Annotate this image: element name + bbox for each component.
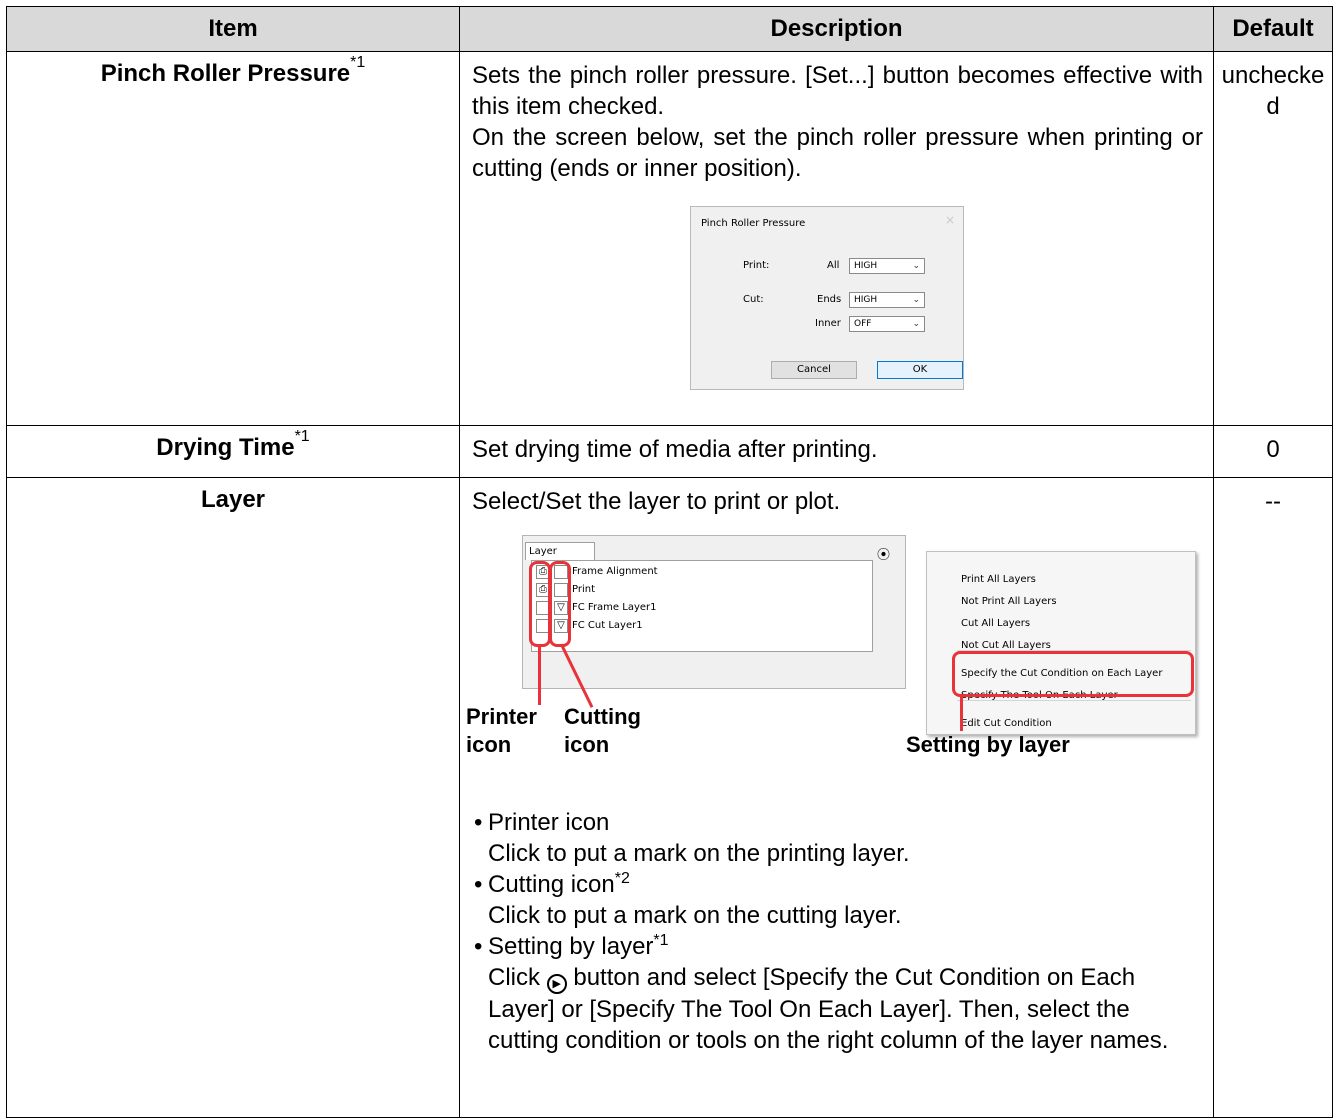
table-row-layer: Layer Select/Set the layer to print or p… [6,477,1333,1118]
default-value: -- [1265,488,1281,515]
layer-name: FC Cut Layer1 [572,620,643,631]
ok-button[interactable]: OK [877,361,963,379]
list-item: • Setting by layer*1 Click ▶ button and … [472,931,1203,1056]
default-cell: unchecked [1213,51,1333,426]
description-cell: Set drying time of media after printing. [459,425,1214,478]
dialog-title: Pinch Roller Pressure [701,218,806,229]
description-cell: Select/Set the layer to print or plot. L… [459,477,1214,1118]
description-text: On the screen below, set the pinch rolle… [472,124,1203,182]
item-name: Drying Time [156,434,295,461]
bullet-text: Click ▶ button and select [Specify the C… [488,962,1203,1056]
bullet-title: Cutting icon [488,871,615,898]
bullet-icon: • [474,871,483,898]
table-row-pinch-roller: Pinch Roller Pressure*1 Sets the pinch r… [6,51,1333,426]
print-all-select[interactable]: HIGH ⌄ [849,258,925,274]
inner-label: Inner [815,318,841,329]
pinch-roller-dialog: Pinch Roller Pressure × Print: All HIGH ⌄… [690,206,964,390]
layer-context-menu: Print All Layers Not Print All Layers Cu… [926,551,1196,735]
menu-separator [957,700,1191,701]
description-text: Set drying time of media after printing. [472,436,878,463]
cut-label: Cut: [743,294,764,305]
setting-callout-line [960,695,963,731]
cutting-icon-highlight [549,561,571,647]
list-item: • Printer icon Click to put a mark on th… [472,807,1203,869]
chevron-down-icon: ⌄ [912,261,920,271]
chevron-down-icon: ⌄ [912,295,920,305]
table-header-row: Item Description Default [6,6,1333,52]
select-value: OFF [854,319,872,329]
bullet-text-before: Click [488,964,540,991]
layer-bullet-list: • Printer icon Click to put a mark on th… [472,807,1203,1056]
setting-by-layer-label: Setting by layer [906,732,1070,757]
print-label: Print: [743,260,770,271]
default-value: 0 [1266,436,1280,463]
item-name: Layer [200,486,266,513]
cutting-icon-label: Cutting icon [564,704,641,757]
layer-name: Print [572,584,596,595]
bullet-icon: • [474,933,483,960]
default-value: unchecked [1221,62,1325,120]
setting-by-layer-highlight [952,651,1194,697]
cut-inner-select[interactable]: OFF ⌄ [849,316,925,332]
header-item: Item [6,6,460,52]
item-name: Pinch Roller Pressure [100,60,351,87]
item-cell: Layer [6,477,460,1118]
select-value: HIGH [854,295,878,305]
bullet-icon: • [474,809,483,836]
printer-callout-line [538,645,541,705]
layer-name: Frame Alignment [572,566,658,577]
printer-icon-highlight [529,561,551,647]
bullet-text-after: button and select [Specify the Cut Condi… [488,964,1169,1054]
header-description: Description [459,6,1214,52]
footnote-mark: *2 [614,870,630,887]
layer-tab[interactable]: Layer [525,542,595,560]
table-row-drying-time: Drying Time*1 Set drying time of media a… [6,425,1333,478]
panel-menu-arrow-icon[interactable]: ⦿ [877,540,890,571]
layer-panel-figure: Layer ⦿ ⎙ Frame Alignment ⎙ Print ▽ FC F… [460,527,1214,787]
item-cell: Pinch Roller Pressure*1 [6,51,460,426]
spec-table: Item Description Default Pinch Roller Pr… [6,6,1333,1118]
select-value: HIGH [854,261,878,271]
layer-list: ⎙ Frame Alignment ⎙ Print ▽ FC Frame Lay… [531,560,873,652]
description-cell: Sets the pinch roller pressure. [Set...]… [459,51,1214,426]
all-label: All [827,260,840,271]
description-text: Sets the pinch roller pressure. [Set...]… [472,62,1203,120]
bullet-text: Click to put a mark on the cutting layer… [488,902,902,929]
default-cell: 0 [1213,425,1333,478]
close-icon[interactable]: × [945,214,955,227]
bullet-title: Printer icon [488,809,610,836]
header-default: Default [1213,6,1333,52]
chevron-down-icon: ⌄ [912,319,920,329]
item-cell: Drying Time*1 [6,425,460,478]
bullet-title: Setting by layer [488,933,654,960]
footnote-mark: *1 [350,54,366,71]
layer-panel: Layer ⦿ ⎙ Frame Alignment ⎙ Print ▽ FC F… [522,535,906,689]
list-item: • Cutting icon*2 Click to put a mark on … [472,869,1203,931]
panel-menu-arrow-icon: ▶ [546,974,567,994]
printer-icon-label: Printer icon [466,704,537,757]
layer-name: FC Frame Layer1 [572,602,657,613]
default-cell: -- [1213,477,1333,1118]
cut-ends-select[interactable]: HIGH ⌄ [849,292,925,308]
description-text: Select/Set the layer to print or plot. [472,488,841,515]
bullet-text: Click to put a mark on the printing laye… [488,840,910,867]
footnote-mark: *1 [294,428,310,445]
ends-label: Ends [817,294,842,305]
footnote-mark: *1 [653,932,669,949]
cancel-button[interactable]: Cancel [771,361,857,379]
